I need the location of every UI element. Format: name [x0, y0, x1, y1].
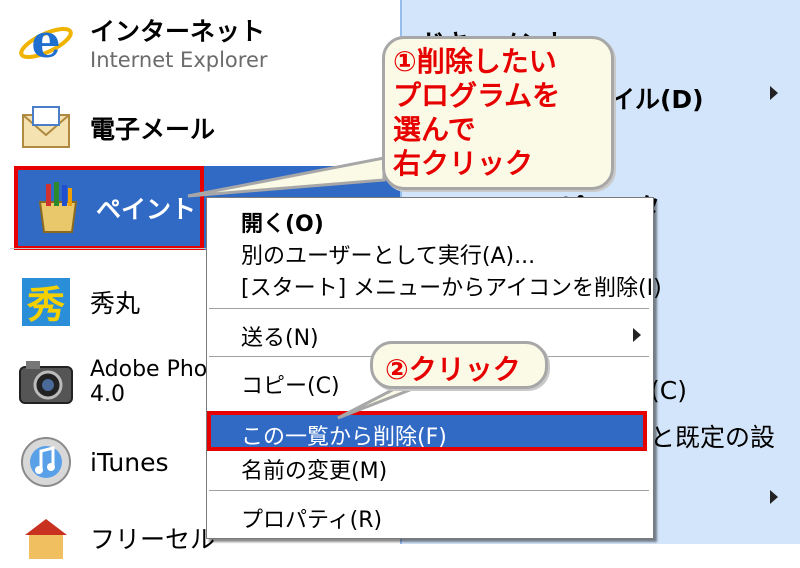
callout-line: ①削除したい — [393, 45, 557, 78]
callout-line: プログラムを — [393, 79, 561, 112]
callout-text: ②クリック — [385, 353, 521, 386]
callout-line: 選んで — [393, 113, 476, 146]
annotation-callout-2: ②クリック — [370, 341, 548, 389]
callout-line: 右クリック — [393, 147, 534, 180]
annotation-callout-1: ①削除したい プログラムを 選んで 右クリック — [382, 36, 614, 190]
